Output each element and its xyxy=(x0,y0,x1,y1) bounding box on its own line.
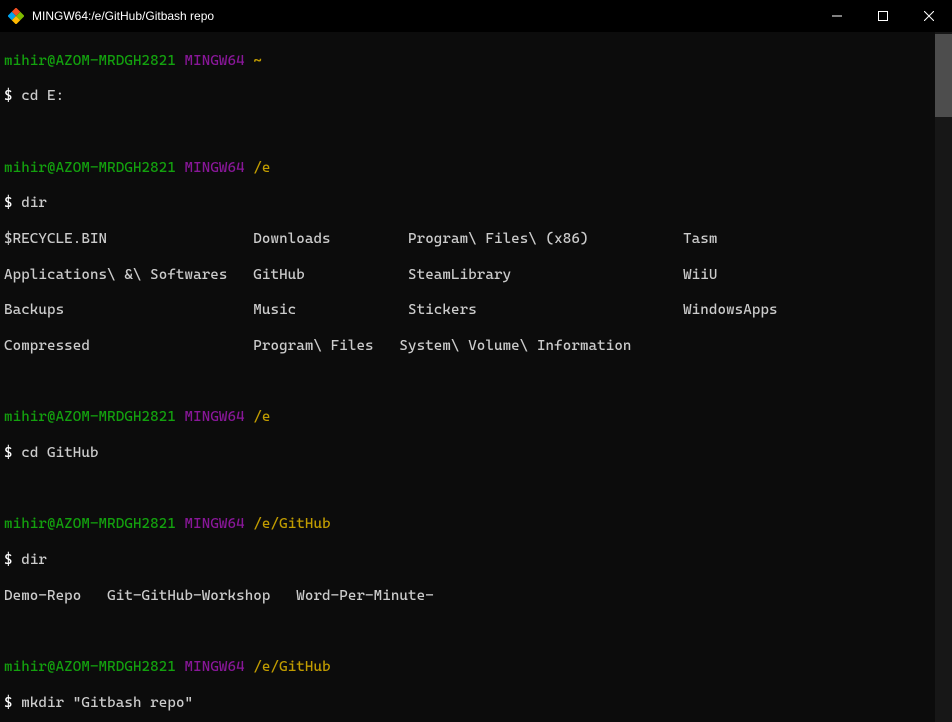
command-text: dir xyxy=(21,552,47,568)
prompt-host: MINGW64 xyxy=(185,516,245,532)
prompt-host: MINGW64 xyxy=(185,53,245,69)
prompt-path: /e/GitHub xyxy=(253,516,330,532)
scrollbar-thumb[interactable] xyxy=(935,34,952,117)
prompt-path: ~ xyxy=(253,53,262,69)
prompt-user: mihir@AZOM-MRDGH2821 xyxy=(4,160,176,176)
command-text: cd E: xyxy=(21,88,64,104)
window-controls xyxy=(814,0,952,32)
close-button[interactable] xyxy=(906,0,952,32)
minimize-button[interactable] xyxy=(814,0,860,32)
titlebar: MINGW64:/e/GitHub/Gitbash repo xyxy=(0,0,952,32)
output-line: $RECYCLE.BIN Downloads Program\ Files\ (… xyxy=(4,231,931,249)
prompt-symbol: $ xyxy=(4,552,13,568)
command-text: mkdir "Gitbash repo" xyxy=(21,695,193,711)
prompt-path: /e xyxy=(253,409,270,425)
command-text: cd GitHub xyxy=(21,445,98,461)
prompt-user: mihir@AZOM-MRDGH2821 xyxy=(4,409,176,425)
output-line: Compressed Program\ Files System\ Volume… xyxy=(4,338,931,356)
prompt-symbol: $ xyxy=(4,445,13,461)
prompt-user: mihir@AZOM-MRDGH2821 xyxy=(4,53,176,69)
output-line: Demo-Repo Git-GitHub-Workshop Word-Per-M… xyxy=(4,588,931,606)
prompt-user: mihir@AZOM-MRDGH2821 xyxy=(4,659,176,675)
terminal-content[interactable]: mihir@AZOM-MRDGH2821 MINGW64 ~ $ cd E: m… xyxy=(0,32,935,722)
prompt-user: mihir@AZOM-MRDGH2821 xyxy=(4,516,176,532)
prompt-path: /e xyxy=(253,160,270,176)
prompt-symbol: $ xyxy=(4,88,13,104)
maximize-button[interactable] xyxy=(860,0,906,32)
output-line: Backups Music Stickers WindowsApps xyxy=(4,302,931,320)
prompt-host: MINGW64 xyxy=(185,659,245,675)
prompt-path: /e/GitHub xyxy=(253,659,330,675)
prompt-symbol: $ xyxy=(4,695,13,711)
window-title: MINGW64:/e/GitHub/Gitbash repo xyxy=(32,9,814,23)
prompt-host: MINGW64 xyxy=(185,160,245,176)
scrollbar[interactable] xyxy=(935,32,952,722)
prompt-host: MINGW64 xyxy=(185,409,245,425)
output-line: Applications\ &\ Softwares GitHub SteamL… xyxy=(4,267,931,285)
prompt-symbol: $ xyxy=(4,195,13,211)
app-icon xyxy=(8,8,24,24)
command-text: dir xyxy=(21,195,47,211)
